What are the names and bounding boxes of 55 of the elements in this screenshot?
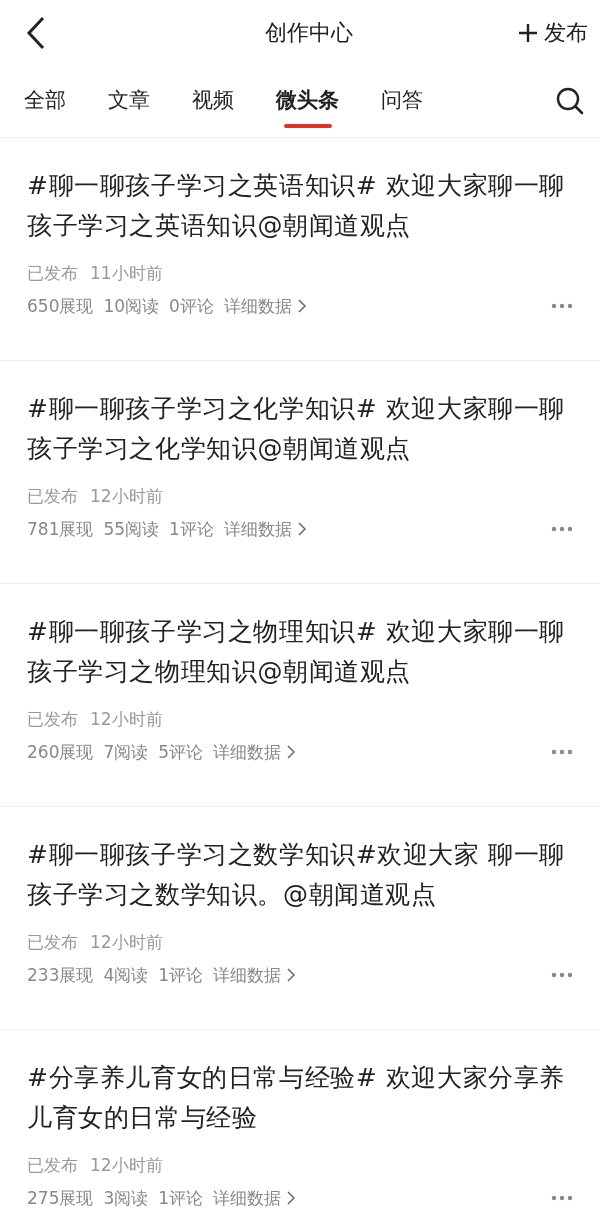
post-status: 已发布: [27, 931, 78, 954]
post-time: 12小时前: [90, 931, 163, 954]
chevron-right-icon: [297, 522, 306, 536]
details-link[interactable]: 详细数据: [213, 963, 282, 987]
comments-count: 0评论: [169, 295, 214, 318]
post-time: 11小时前: [90, 262, 163, 285]
post-status: 已发布: [27, 485, 78, 508]
post-status: 已发布: [27, 1154, 78, 1177]
post-time: 12小时前: [90, 485, 163, 508]
post-time: 12小时前: [90, 708, 163, 731]
post-status: 已发布: [27, 262, 78, 285]
comments-count: 1评论: [169, 518, 214, 541]
tab[interactable]: 文章: [96, 74, 162, 128]
post-title[interactable]: #聊一聊孩子学习之物理知识# 欢迎大家聊一聊孩子学习之物理知识@朝闻道观点: [27, 612, 573, 692]
chevron-right-icon: [297, 299, 306, 313]
post-title[interactable]: #聊一聊孩子学习之化学知识# 欢迎大家聊一聊孩子学习之化学知识@朝闻道观点: [27, 389, 573, 469]
more-icon[interactable]: [551, 303, 573, 309]
details-link[interactable]: 详细数据: [213, 1186, 282, 1210]
views-count: 260展现: [27, 741, 94, 764]
more-icon[interactable]: [551, 526, 573, 532]
views-count: 233展现: [27, 964, 94, 987]
details-link[interactable]: 详细数据: [223, 517, 292, 541]
chevron-right-icon: [287, 1191, 296, 1205]
views-count: 781展现: [27, 518, 94, 541]
comments-count: 1评论: [158, 964, 204, 987]
tab[interactable]: 微头条: [264, 74, 351, 128]
tab[interactable]: 问答: [369, 74, 435, 128]
plus-icon: [518, 22, 538, 43]
publish-button[interactable]: 发布: [514, 13, 592, 52]
chevron-right-icon: [287, 745, 296, 759]
post-title[interactable]: #聊一聊孩子学习之数学知识#欢迎大家 聊一聊孩子学习之数学知识。@朝闻道观点: [27, 835, 573, 915]
page-title: 创作中心: [265, 18, 353, 47]
more-icon[interactable]: [551, 1195, 573, 1201]
reads-count: 7阅读: [103, 741, 149, 764]
post-title[interactable]: #聊一聊孩子学习之英语知识# 欢迎大家聊一聊孩子学习之英语知识@朝闻道观点: [27, 166, 573, 246]
search-icon[interactable]: [556, 87, 584, 115]
tab[interactable]: 视频: [180, 74, 246, 128]
details-link[interactable]: 详细数据: [213, 740, 282, 764]
post-status: 已发布: [27, 708, 78, 731]
views-count: 650展现: [27, 295, 94, 318]
more-icon[interactable]: [551, 972, 573, 978]
reads-count: 55阅读: [103, 518, 160, 541]
tab[interactable]: 全部: [12, 74, 78, 128]
post-time: 12小时前: [90, 1154, 163, 1177]
post-title[interactable]: #分享养儿育女的日常与经验# 欢迎大家分享养儿育女的日常与经验: [27, 1058, 573, 1138]
views-count: 275展现: [27, 1187, 94, 1210]
comments-count: 5评论: [158, 741, 204, 764]
more-icon[interactable]: [551, 749, 573, 755]
reads-count: 4阅读: [103, 964, 149, 987]
reads-count: 10阅读: [103, 295, 160, 318]
chevron-right-icon: [287, 968, 296, 982]
reads-count: 3阅读: [103, 1187, 149, 1210]
back-icon[interactable]: [26, 15, 46, 50]
comments-count: 1评论: [158, 1187, 204, 1210]
details-link[interactable]: 详细数据: [223, 294, 292, 318]
